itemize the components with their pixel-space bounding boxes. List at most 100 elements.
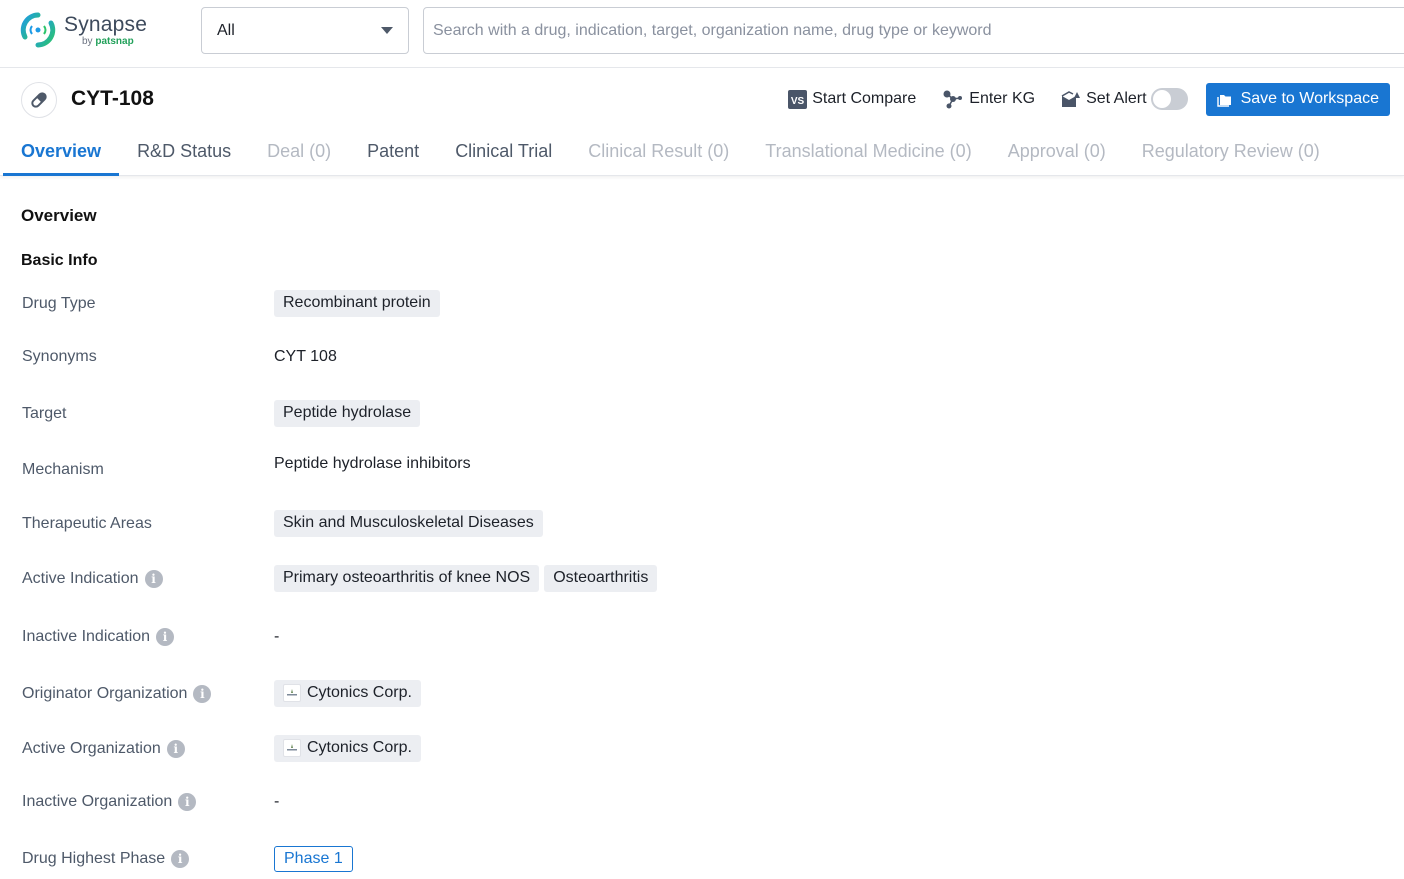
therapeutic-area-chip[interactable]: Skin and Musculoskeletal Diseases [274,510,543,537]
field-value: Primary osteoarthritis of knee NOS Osteo… [274,565,662,592]
field-label-text: Drug Type [22,294,96,312]
field-originator-organization: Originator Organization i Cytonics Corp. [22,680,1382,707]
info-icon[interactable]: i [178,793,197,811]
overview-heading: Overview [21,206,97,225]
field-label: Inactive Indication i [22,628,274,646]
field-value: Recombinant protein [274,290,445,317]
compare-icon: VS [788,89,808,109]
start-compare-label: Start Compare [812,90,917,107]
field-label-text: Synonyms [22,348,97,365]
field-value: Phase 1 [274,846,353,872]
organization-chip[interactable]: Cytonics Corp. [274,680,421,707]
field-value: Peptide hydrolase [274,400,425,427]
enter-kg-button[interactable]: Enter KG [942,89,1035,109]
field-label: Synonyms [22,348,274,366]
tab-deal[interactable]: Deal (0) [249,131,349,176]
field-inactive-indication: Inactive Indication i - [22,628,1382,646]
alert-icon [1061,91,1081,107]
field-label: Active Organization i [22,739,274,758]
field-therapeutic-areas: Therapeutic Areas Skin and Musculoskelet… [22,510,1382,537]
field-label-text: Drug Highest Phase [22,850,166,867]
organization-logo-icon [283,684,301,702]
mechanism-value: Peptide hydrolase inhibitors [274,455,471,472]
drug-actions: VS Start Compare Enter KG Set Alert Save… [788,82,1390,116]
info-icon[interactable]: i [166,739,185,758]
field-label-text: Inactive Indication [22,628,151,645]
drug-avatar [21,82,57,118]
indication-chip[interactable]: Osteoarthritis [544,565,658,592]
info-icon[interactable]: i [171,850,190,868]
organization-chip[interactable]: Cytonics Corp. [274,735,421,762]
tab-clinical-result[interactable]: Clinical Result (0) [570,131,747,176]
field-active-organization: Active Organization i Cytonics Corp. [22,735,1382,762]
synapse-logo-icon [20,12,56,48]
tab-translational-medicine[interactable]: Translational Medicine (0) [747,131,989,176]
field-label: Drug Highest Phase i [22,850,274,868]
tab-rd-status[interactable]: R&D Status [119,131,249,176]
tab-patent[interactable]: Patent [349,131,437,176]
field-label: Active Indication i [22,569,274,588]
organization-name: Cytonics Corp. [307,739,412,756]
field-label-text: Originator Organization [22,684,188,702]
search-scope-select[interactable]: All [201,7,409,54]
field-value: Cytonics Corp. [274,680,426,707]
field-value: Cytonics Corp. [274,735,426,762]
field-highest-phase: Drug Highest Phase i Phase 1 [22,846,1382,872]
save-to-workspace-button[interactable]: Save to Workspace [1205,82,1390,116]
target-chip[interactable]: Peptide hydrolase [274,400,421,427]
info-icon[interactable]: i [156,628,175,646]
field-label: Target [22,405,274,423]
tab-regulatory-review[interactable]: Regulatory Review (0) [1124,131,1338,176]
knowledge-graph-icon [943,90,963,109]
svg-text:VS: VS [791,96,805,107]
field-drug-type: Drug Type Recombinant protein [22,290,1382,317]
search-input[interactable] [423,7,1404,54]
start-compare-button[interactable]: VS Start Compare [788,89,917,109]
field-mechanism: Mechanism Peptide hydrolase inhibitors [22,455,1382,479]
drug-type-chip[interactable]: Recombinant protein [274,290,440,317]
field-label-text: Target [22,404,67,422]
field-label: Mechanism [22,461,274,479]
indication-chip[interactable]: Primary osteoarthritis of knee NOS [274,565,540,592]
field-label-text: Mechanism [22,461,104,478]
inactive-indication-value: - [274,628,280,645]
logo-name: Synapse [64,12,148,36]
organization-name: Cytonics Corp. [307,684,412,701]
synonyms-value: CYT 108 [274,348,337,365]
folder-icon [1216,94,1231,107]
field-label: Drug Type [22,295,274,313]
organization-logo-icon [283,739,301,757]
info-icon[interactable]: i [144,569,163,588]
search-scope-value: All [217,21,235,39]
tab-clinical-trial[interactable]: Clinical Trial [437,131,570,176]
field-label: Originator Organization i [22,684,274,703]
field-label-text: Inactive Organization [22,793,173,810]
tab-overview[interactable]: Overview [3,131,120,176]
synapse-logo[interactable]: Synapse by patsnap [20,12,147,48]
pill-icon [31,92,47,108]
drug-tabs: Overview R&D Status Deal (0) Patent Clin… [0,131,1404,176]
set-alert-label: Set Alert [1086,90,1147,107]
field-synonyms: Synonyms CYT 108 [22,348,1382,366]
logo-byline: by patsnap [82,35,147,47]
field-label: Therapeutic Areas [22,515,274,533]
set-alert-control[interactable]: Set Alert [1061,88,1188,110]
field-inactive-organization: Inactive Organization i - [22,793,1382,811]
info-icon[interactable]: i [193,684,212,703]
caret-down-icon [381,27,393,34]
field-value: Skin and Musculoskeletal Diseases [274,510,548,537]
toggle-knob [1152,90,1171,108]
basic-info-heading: Basic Info [21,252,98,269]
field-label-text: Active Organization [22,739,161,757]
alert-toggle[interactable] [1150,88,1188,110]
field-target: Target Peptide hydrolase [22,400,1382,427]
inactive-organization-value: - [274,793,280,810]
field-label-text: Therapeutic Areas [22,514,152,532]
tab-approval[interactable]: Approval (0) [990,131,1124,176]
field-label-text: Active Indication [22,569,139,587]
phase-badge: Phase 1 [274,846,353,872]
enter-kg-label: Enter KG [969,90,1036,107]
field-label: Inactive Organization i [22,793,274,811]
logo-brand: patsnap [95,35,134,47]
top-bar: Synapse by patsnap All [0,0,1404,68]
